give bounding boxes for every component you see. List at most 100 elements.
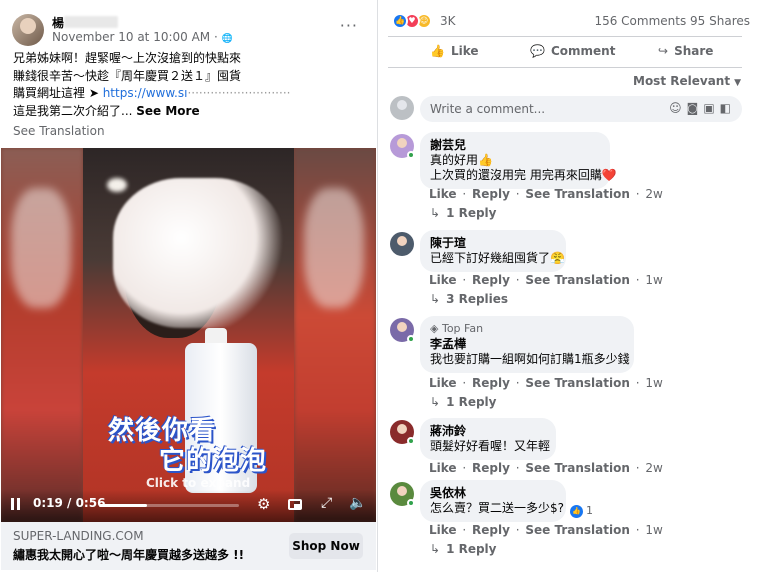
- comment-see-translation[interactable]: See Translation: [525, 376, 630, 390]
- comments-panel: 👍 ♥ ☺ 3K 156 Comments 95 Shares 👍 Like 💬 C…: [388, 0, 759, 572]
- reply-arrow-icon: ↳: [430, 542, 441, 556]
- comment-like-button[interactable]: Like: [429, 523, 457, 537]
- comment-bubble: 蔣沛鈴 頭髮好好看喔！又年輕: [420, 418, 556, 460]
- link-title[interactable]: 繡惠我太開心了啦～周年慶買越多送越多 !!: [13, 546, 244, 563]
- avatar-head: [397, 486, 407, 496]
- comment-icon: 💬: [530, 44, 545, 58]
- comment-actions: Like · Reply · See Translation · 2w: [429, 187, 663, 201]
- volume-icon[interactable]: 🔈: [349, 495, 366, 511]
- comment-actions: Like · Reply · See Translation · 1w: [429, 376, 663, 390]
- commenter-avatar[interactable]: [390, 232, 414, 256]
- see-translation-link[interactable]: See Translation: [13, 124, 105, 138]
- video-controls: 0:19 / 0:56 ⚙ ⤢ 🔈: [1, 490, 376, 522]
- like-button[interactable]: 👍 Like: [430, 44, 479, 58]
- click-to-expand[interactable]: Click to expand: [146, 476, 250, 490]
- comment-bubble: 謝芸兒 真的好用👍 上次買的還沒用完 用完再來回購❤️: [420, 132, 617, 189]
- view-replies[interactable]: ↳ 1 Reply: [430, 395, 497, 409]
- video-time: 0:19 / 0:56: [33, 496, 106, 510]
- video-progress-bar[interactable]: [99, 504, 239, 507]
- comment-time[interactable]: 1w: [645, 273, 662, 287]
- share-count[interactable]: 95 Shares: [690, 14, 750, 28]
- comment-time[interactable]: 1w: [645, 376, 662, 390]
- comment-reaction[interactable]: 👍 1: [570, 504, 593, 518]
- comment-reply-button[interactable]: Reply: [472, 523, 510, 537]
- top-fan-badge: ◈ Top Fan: [430, 322, 624, 335]
- comment-reply-button[interactable]: Reply: [472, 187, 510, 201]
- commenter-name[interactable]: 李孟樺: [430, 337, 624, 352]
- video-blur-right: [294, 148, 376, 522]
- comment-reply-button[interactable]: Reply: [472, 376, 510, 390]
- post-line: 這是我第二次介紹了... See More: [13, 103, 363, 121]
- gear-icon[interactable]: ⚙: [257, 495, 270, 513]
- commenter-name[interactable]: 吳依林: [430, 486, 556, 501]
- gif-icon[interactable]: ▣: [703, 101, 719, 115]
- current-user-avatar[interactable]: [390, 96, 414, 120]
- reaction-count[interactable]: 3K: [440, 14, 456, 28]
- badge-label: Top Fan: [441, 322, 484, 335]
- comment-like-button[interactable]: Like: [429, 461, 457, 475]
- pause-icon[interactable]: [11, 498, 21, 510]
- online-status-dot: [407, 335, 415, 343]
- post-card: 楊 November 10 at 10:00 AM · 🌐 ··· 兄弟姊妹啊！…: [0, 0, 378, 572]
- pip-icon[interactable]: [288, 499, 302, 510]
- commenter-name[interactable]: 陳于瑄: [430, 236, 556, 251]
- comment-see-translation[interactable]: See Translation: [525, 461, 630, 475]
- post-line-text: 購買網址這裡 ➤: [13, 86, 103, 100]
- comment-see-translation[interactable]: See Translation: [525, 523, 630, 537]
- comment-time[interactable]: 2w: [645, 461, 662, 475]
- avatar-head: [397, 236, 407, 246]
- comment-input[interactable]: Write a comment... ☺◙▣◧: [420, 96, 742, 122]
- comment-input-icons: ☺◙▣◧: [669, 101, 736, 115]
- video-player[interactable]: 然後你看 它的泡泡 Click to expand 0:19 / 0:56 ⚙ …: [1, 148, 376, 522]
- comment-actions: Like · Reply · See Translation · 1w: [429, 273, 663, 287]
- sticker-icon[interactable]: ◧: [720, 101, 736, 115]
- comment-text: 我也要訂購一組啊如何訂購1瓶多少錢: [430, 352, 630, 366]
- comment-reaction-count: 1: [586, 504, 593, 517]
- share-button[interactable]: ↪ Share: [658, 44, 713, 58]
- comment-like-button[interactable]: Like: [429, 376, 457, 390]
- camera-icon[interactable]: ◙: [687, 101, 704, 115]
- comment-see-translation[interactable]: See Translation: [525, 187, 630, 201]
- post-line: 賺錢很辛苦～快趁『周年慶買２送１』囤貨: [13, 68, 242, 83]
- comment-text: 上次買的還沒用完 用完再來回購❤️: [430, 168, 617, 182]
- link-preview-card[interactable]: SUPER-LANDING.COM 繡惠我太開心了啦～周年慶買越多送越多 !! …: [1, 522, 376, 570]
- avatar-head: [397, 424, 407, 434]
- post-date-text[interactable]: November 10 at 10:00 AM ·: [52, 30, 222, 44]
- more-options-icon[interactable]: ···: [340, 16, 358, 35]
- comment-time[interactable]: 2w: [645, 187, 662, 201]
- comment-button[interactable]: 💬 Comment: [530, 44, 615, 58]
- post-actions: 👍 Like 💬 Comment ↪ Share: [388, 36, 742, 68]
- separator: ·: [458, 273, 471, 287]
- reaction-icons[interactable]: 👍 ♥ ☺: [392, 12, 436, 30]
- author-name[interactable]: 楊: [52, 14, 64, 31]
- comment-like-button[interactable]: Like: [429, 273, 457, 287]
- view-replies[interactable]: ↳ 1 Reply: [430, 206, 497, 220]
- video-caption-line2: 它的泡泡: [159, 446, 268, 476]
- comment-time[interactable]: 1w: [645, 523, 662, 537]
- comment-count[interactable]: 156 Comments: [594, 14, 686, 28]
- post-link[interactable]: https://www.sı: [103, 86, 188, 100]
- comment-see-translation[interactable]: See Translation: [525, 273, 630, 287]
- comment-reply-button[interactable]: Reply: [472, 461, 510, 475]
- expand-icon[interactable]: ⤢: [321, 495, 332, 511]
- sort-dropdown[interactable]: Most Relevant ▼: [633, 74, 741, 88]
- commenter-name[interactable]: 謝芸兒: [430, 138, 600, 153]
- comment-label: Comment: [550, 44, 616, 58]
- shop-now-button[interactable]: Shop Now: [289, 533, 363, 559]
- reactions-bar: 👍 ♥ ☺ 3K 156 Comments 95 Shares: [392, 12, 752, 30]
- see-more-link[interactable]: See More: [136, 104, 199, 118]
- foam: [113, 178, 283, 328]
- view-replies[interactable]: ↳ 1 Reply: [430, 542, 497, 556]
- post-date[interactable]: November 10 at 10:00 AM · 🌐: [52, 30, 233, 44]
- write-comment-row: Write a comment... ☺◙▣◧: [390, 96, 742, 124]
- view-replies[interactable]: ↳ 3 Replies: [430, 292, 508, 306]
- comment-like-button[interactable]: Like: [429, 187, 457, 201]
- commenter-name[interactable]: 蔣沛鈴: [430, 424, 546, 439]
- globe-icon: 🌐: [221, 34, 233, 44]
- author-avatar[interactable]: [12, 14, 44, 46]
- emoji-icon[interactable]: ☺: [669, 101, 687, 115]
- separator: ·: [511, 461, 524, 475]
- comment-reply-button[interactable]: Reply: [472, 273, 510, 287]
- replies-label: 1 Reply: [446, 542, 497, 556]
- separator: ·: [511, 523, 524, 537]
